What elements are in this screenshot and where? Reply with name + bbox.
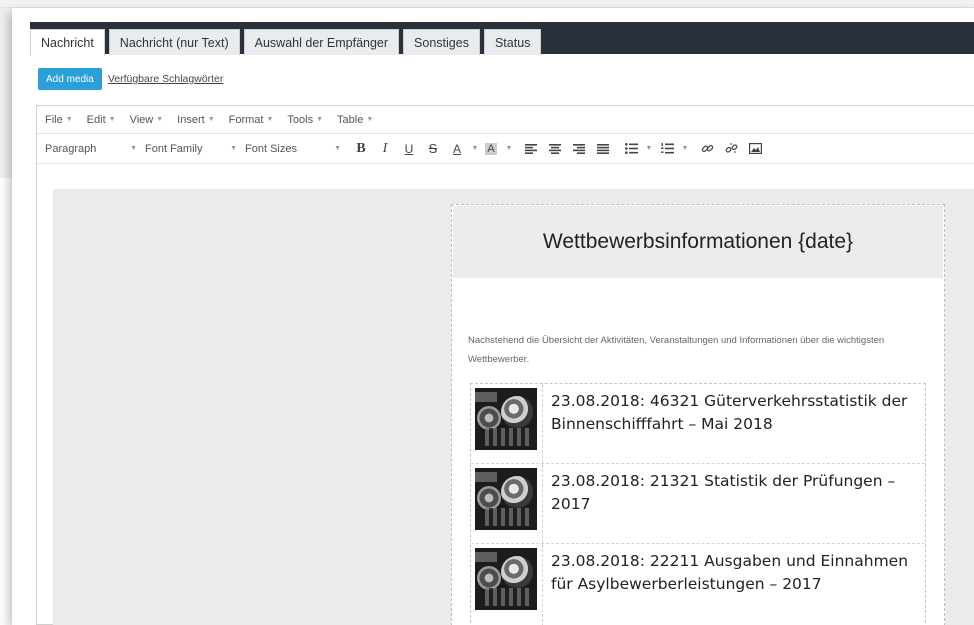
tab-nachricht[interactable]: Nachricht	[30, 29, 105, 56]
italic-icon: I	[382, 140, 388, 156]
numbered-list-icon	[660, 143, 674, 154]
newsletter-item-list: 23.08.2018: 46321 Güterverkehrsstatistik…	[470, 383, 926, 625]
chevron-down-icon: ▼	[681, 145, 689, 152]
add-media-button[interactable]: Add media	[38, 68, 102, 90]
chevron-down-icon: ▼	[156, 116, 164, 123]
tab-sonstiges[interactable]: Sonstiges	[403, 29, 480, 55]
screen: Nachricht Nachricht (nur Text) Auswahl d…	[0, 0, 974, 625]
background-color-button[interactable]: A	[481, 139, 501, 159]
chevron-down-icon: ▼	[334, 145, 341, 152]
text-color-icon: A	[452, 141, 461, 156]
chevron-down-icon: ▼	[130, 145, 137, 152]
bold-button[interactable]: B	[351, 139, 371, 159]
bullet-list-icon	[624, 143, 638, 154]
chevron-down-icon: ▼	[108, 116, 116, 123]
unlink-icon	[725, 143, 737, 153]
paragraph-format-select[interactable]: Paragraph ▼	[45, 143, 137, 155]
list-item: 23.08.2018: 21321 Statistik der Prüfunge…	[471, 464, 925, 544]
bullet-list-dropdown[interactable]: ▼	[645, 139, 653, 159]
bullet-list-button[interactable]	[621, 139, 641, 159]
background-color-icon: A	[485, 142, 497, 155]
rich-text-editor: File ▼ Edit ▼ View ▼ Insert ▼ Format ▼ Tools ▼…	[36, 105, 974, 625]
editor-menubar: File ▼ Edit ▼ View ▼ Insert ▼ Format ▼ Tools ▼…	[37, 106, 974, 134]
font-size-select[interactable]: Font Sizes ▼	[245, 143, 341, 155]
insert-link-button[interactable]	[697, 139, 717, 159]
insert-image-button[interactable]	[745, 139, 765, 159]
newsletter-editor-window: Nachricht Nachricht (nur Text) Auswahl d…	[12, 8, 974, 625]
align-justify-button[interactable]	[593, 139, 613, 159]
available-tags-link[interactable]: Verfügbare Schlagwörter	[108, 73, 224, 85]
chevron-down-icon: ▼	[316, 116, 324, 123]
tab-nachricht-nur-text[interactable]: Nachricht (nur Text)	[108, 29, 240, 55]
menu-edit[interactable]: Edit ▼	[87, 114, 116, 126]
list-item: 23.08.2018: 46321 Güterverkehrsstatistik…	[471, 384, 925, 464]
menu-insert[interactable]: Insert ▼	[177, 114, 214, 126]
item-text: 23.08.2018: 46321 Güterverkehrsstatistik…	[551, 392, 908, 433]
gears-image	[475, 548, 537, 610]
newsletter-intro: Nachstehend die Übersicht der Aktivitäte…	[468, 335, 885, 365]
menu-tools[interactable]: Tools ▼	[287, 114, 323, 126]
gears-image	[475, 388, 537, 450]
item-text: 23.08.2018: 22211 Ausgaben und Einnahmen…	[551, 552, 909, 593]
newsletter-body: Wettbewerbsinformationen {date} Nachsteh…	[451, 204, 945, 625]
menu-view[interactable]: View ▼	[130, 114, 164, 126]
item-thumbnail	[471, 544, 543, 625]
chevron-down-icon: ▼	[645, 145, 653, 152]
link-icon	[701, 144, 713, 153]
align-right-icon	[573, 143, 585, 154]
align-justify-icon	[597, 143, 609, 154]
underline-icon: U	[404, 141, 414, 156]
chevron-down-icon: ▼	[471, 145, 479, 152]
italic-button[interactable]: I	[375, 139, 395, 159]
align-center-button[interactable]	[545, 139, 565, 159]
newsletter-title: Wettbewerbsinformationen {date}	[453, 206, 943, 278]
background-window-strip	[0, 0, 974, 8]
editor-toolbar: Paragraph ▼ Font Family ▼ Font Sizes ▼ B I …	[37, 134, 974, 164]
chevron-down-icon: ▼	[230, 145, 237, 152]
tab-bar: Nachricht Nachricht (nur Text) Auswahl d…	[30, 29, 542, 56]
background-color-dropdown[interactable]: ▼	[505, 139, 513, 159]
menu-format[interactable]: Format ▼	[229, 114, 274, 126]
remove-link-button[interactable]	[721, 139, 741, 159]
align-left-icon	[525, 143, 537, 154]
chevron-down-icon: ▼	[207, 116, 215, 123]
item-thumbnail	[471, 464, 543, 543]
menu-table[interactable]: Table ▼	[337, 114, 373, 126]
align-left-button[interactable]	[521, 139, 541, 159]
strikethrough-icon: S	[428, 141, 438, 156]
tab-status[interactable]: Status	[483, 29, 542, 55]
media-row: Add media Verfügbare Schlagwörter	[38, 68, 223, 90]
strikethrough-button[interactable]: S	[423, 139, 443, 159]
chevron-down-icon: ▼	[65, 116, 73, 123]
chevron-down-icon: ▼	[505, 145, 513, 152]
numbered-list-button[interactable]	[657, 139, 677, 159]
text-color-dropdown[interactable]: ▼	[471, 139, 479, 159]
bold-icon: B	[356, 140, 366, 156]
align-center-icon	[549, 143, 561, 154]
align-right-button[interactable]	[569, 139, 589, 159]
menu-file[interactable]: File ▼	[45, 114, 73, 126]
gears-image	[475, 468, 537, 530]
text-color-button[interactable]: A	[447, 139, 467, 159]
tab-auswahl-der-empfaenger[interactable]: Auswahl der Empfänger	[243, 29, 400, 55]
chevron-down-icon: ▼	[366, 116, 374, 123]
underline-button[interactable]: U	[399, 139, 419, 159]
item-text: 23.08.2018: 21321 Statistik der Prüfunge…	[551, 472, 896, 513]
chevron-down-icon: ▼	[266, 116, 274, 123]
item-thumbnail	[471, 384, 543, 463]
numbered-list-dropdown[interactable]: ▼	[681, 139, 689, 159]
font-family-select[interactable]: Font Family ▼	[145, 143, 237, 155]
image-icon	[748, 143, 762, 154]
list-item: 23.08.2018: 22211 Ausgaben und Einnahmen…	[471, 544, 925, 625]
